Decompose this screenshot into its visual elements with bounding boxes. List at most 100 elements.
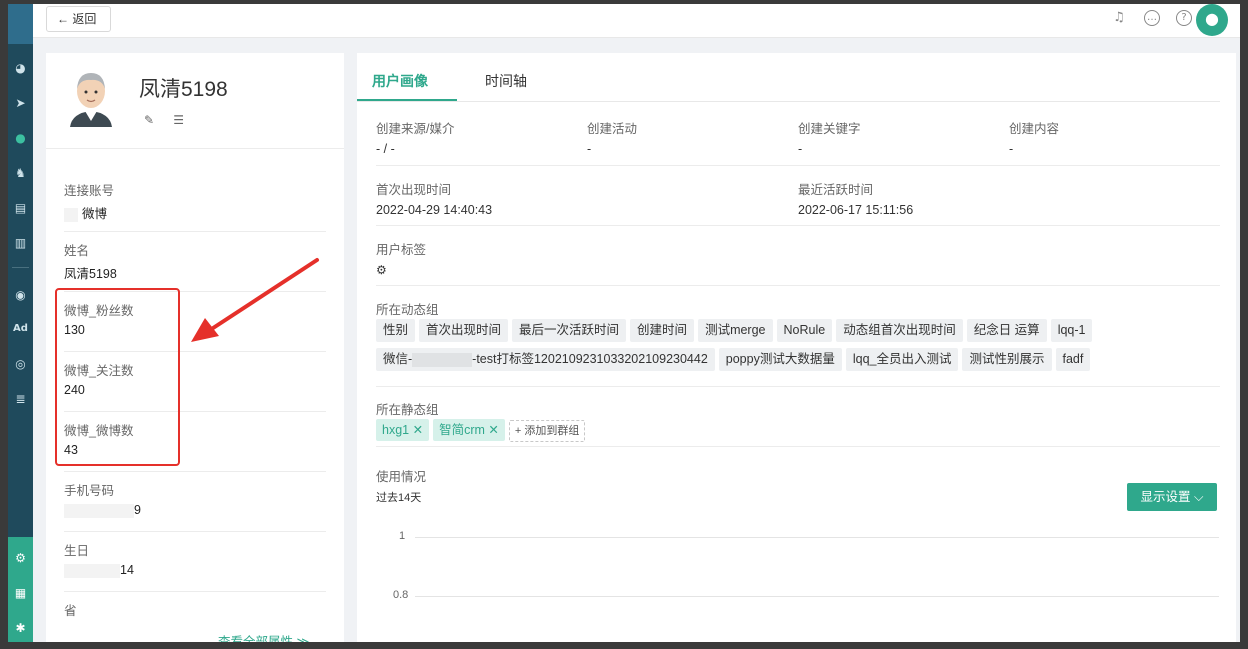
profile-name: 凤清5198 (139, 78, 228, 101)
list-icon[interactable]: ≣ (8, 388, 33, 410)
static-group-tag[interactable]: hxg1 ✕ (376, 419, 430, 441)
activity-value: - (587, 142, 592, 156)
dynamic-groups-label: 所在动态组 (376, 303, 439, 317)
attr-phone: 手机号码 9 (64, 472, 326, 532)
attr-label: 姓名 (64, 244, 90, 258)
tab-user-portrait[interactable]: 用户画像 (372, 71, 428, 91)
ad-icon[interactable]: Ad (8, 318, 33, 340)
edit-icon[interactable]: ✎ (140, 111, 158, 129)
content-value: - (1009, 142, 1014, 156)
profile-avatar (66, 69, 116, 129)
wechat-icon[interactable]: ◉ (8, 284, 33, 306)
content-label: 创建内容 (1009, 122, 1060, 136)
tab-divider (357, 101, 1220, 102)
time-section: 首次出现时间 2022-04-29 14:40:43 最近活跃时间 2022-0… (376, 179, 1220, 226)
dynamic-groups-section: 所在动态组 性别 首次出现时间 最后一次活跃时间 创建时间 测试merge NoRule 动… (376, 299, 1220, 387)
grid-line (415, 537, 1219, 538)
dynamic-group-tag[interactable]: poppy测试大数据量 (718, 348, 842, 371)
attr-value: 14 (64, 563, 134, 578)
last-active-value: 2022-06-17 15:11:56 (798, 203, 914, 217)
dynamic-group-tag[interactable]: 最后一次活跃时间 (512, 319, 627, 342)
profile-tools: ✎ ☰ (140, 111, 196, 129)
add-to-group-button[interactable]: + 添加到群组 (508, 420, 586, 442)
usage-period: 过去14天 (376, 492, 422, 504)
attr-label: 连接账号 (64, 184, 115, 198)
dynamic-group-tag[interactable]: lqq-1 (1050, 319, 1093, 342)
user-tags-section: 用户标签 ⚙ (376, 239, 1220, 286)
static-group-tag[interactable]: 智简crm ✕ (433, 419, 505, 441)
dynamic-group-tag[interactable]: 微信- -test打标签12021092310332021092304​42 (376, 348, 715, 371)
highlight-box (55, 288, 180, 466)
last-active-label: 最近活跃时间 (798, 183, 874, 197)
users-icon[interactable]: ♞ (8, 162, 33, 184)
bookmark-icon[interactable]: ▤ (8, 197, 33, 219)
user-tags-label: 用户标签 (376, 243, 427, 257)
tag-settings-icon[interactable]: ⚙ (376, 263, 387, 277)
message-icon[interactable]: … (1144, 10, 1160, 26)
main-area: ← 返回 ♫ … ? ● 凤清5198 ✎ ☰ 连接账号 微博 姓名 凤清519… (33, 4, 1240, 642)
server-icon[interactable]: ▦ (8, 582, 33, 604)
y-tick-label: 1 (399, 530, 406, 542)
dynamic-group-tag[interactable]: 创建时间 (630, 319, 695, 342)
attr-value: 凤清5198 (64, 267, 117, 281)
dynamic-group-tag[interactable]: 动态组首次出现时间 (836, 319, 963, 342)
portrait-card: 用户画像 时间轴 创建来源/媒介 - / - 创建活动 - 创建关键字 - 创建… (357, 53, 1236, 642)
dynamic-group-tag[interactable]: fadf (1055, 348, 1091, 371)
app-logo (8, 4, 33, 44)
user-icon[interactable]: ● (8, 127, 33, 149)
sidebar-bottom: ⚙ ▦ ✱ (8, 537, 33, 642)
source-label: 创建来源/媒介 (376, 122, 455, 136)
network-icon[interactable]: ⚙ (8, 547, 33, 569)
static-groups-section: 所在静态组 hxg1 ✕ 智简crm ✕ + 添加到群组 (376, 399, 1220, 447)
dynamic-group-tag[interactable]: NoRule (776, 319, 833, 342)
attr-value: 9 (64, 503, 141, 518)
app-window: ◕ ➤ ● ♞ ▤ ▥ ◉ Ad ◎ ≣ ⚙ ▦ ✱ ← 返回 ♫ … ? ● (0, 0, 1248, 649)
first-seen-label: 首次出现时间 (376, 183, 452, 197)
keyword-label: 创建关键字 (798, 122, 861, 136)
attr-connected-account: 连接账号 微博 (64, 172, 326, 232)
y-tick-label: 0.8 (393, 589, 409, 601)
dynamic-group-tag[interactable]: 测试merge (698, 319, 773, 342)
activity-label: 创建活动 (587, 122, 638, 136)
dynamic-group-tag[interactable]: 首次出现时间 (419, 319, 509, 342)
keyword-value: - (798, 142, 803, 156)
dynamic-groups-row-2: 微信- -test打标签12021092310332021092304​42 pop… (376, 348, 1094, 371)
bar-chart-icon[interactable]: ▥ (8, 232, 33, 254)
list-icon[interactable]: ☰ (170, 111, 188, 129)
attr-value: 微博 (64, 203, 107, 222)
dynamic-group-tag[interactable]: 纪念日 运算 (966, 319, 1047, 342)
view-all-attributes-link[interactable]: 查看全部属性 ≫ (218, 631, 344, 642)
dynamic-groups-row-1: 性别 首次出现时间 最后一次活跃时间 创建时间 测试merge NoRule 动态组首次出现… (376, 319, 1096, 342)
tab-bar: 用户画像 时间轴 (357, 53, 1236, 103)
attr-label: 省 (64, 604, 77, 618)
back-button[interactable]: ← 返回 (46, 6, 111, 32)
bell-icon[interactable]: ♫ (1111, 10, 1127, 26)
attr-birthday: 生日 14 (64, 532, 326, 592)
grid-line (415, 596, 1219, 597)
dynamic-group-tag[interactable]: 性别 (376, 319, 416, 342)
source-value: - / - (376, 142, 395, 156)
attr-label: 生日 (64, 544, 90, 558)
annotation-arrow (191, 258, 319, 342)
settings-icon[interactable]: ✱ (8, 617, 33, 639)
target-icon[interactable]: ◎ (8, 353, 33, 375)
avatar[interactable]: ● (1196, 4, 1228, 36)
attr-label: 手机号码 (64, 484, 115, 498)
static-groups-label: 所在静态组 (376, 403, 439, 417)
creation-section: 创建来源/媒介 - / - 创建活动 - 创建关键字 - 创建内容 - (376, 118, 1220, 166)
usage-section: 使用情况 过去14天 (376, 466, 1220, 642)
display-settings-button[interactable]: 显示设置 ⌵ (1127, 483, 1217, 511)
sidebar-divider (12, 267, 29, 268)
top-bar: ← 返回 ♫ … ? ● (33, 4, 1240, 38)
send-icon[interactable]: ➤ (8, 92, 33, 114)
dynamic-group-tag[interactable]: 测试性别展示 (962, 348, 1052, 371)
dashboard-icon[interactable]: ◕ (8, 57, 33, 79)
help-icon[interactable]: ? (1176, 10, 1192, 26)
dynamic-group-tag[interactable]: lqq_全员出入测试 (845, 348, 959, 371)
static-groups-row: hxg1 ✕ 智简crm ✕ + 添加到群组 (376, 419, 586, 442)
profile-header: 凤清5198 ✎ ☰ (46, 53, 344, 149)
usage-label: 使用情况 (376, 470, 427, 484)
tab-timeline[interactable]: 时间轴 (485, 71, 527, 91)
first-seen-value: 2022-04-29 14:40:43 (376, 203, 493, 217)
nav-sidebar: ◕ ➤ ● ♞ ▤ ▥ ◉ Ad ◎ ≣ ⚙ ▦ ✱ (8, 4, 33, 642)
